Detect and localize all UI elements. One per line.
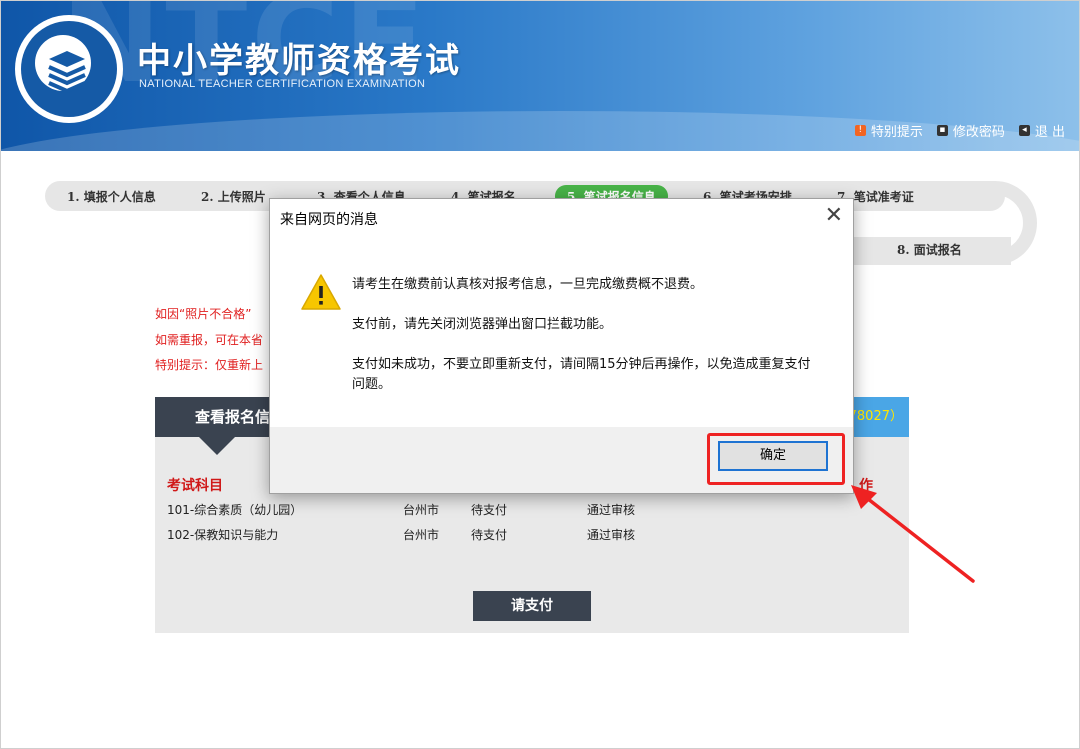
row2-review-status: 通过审核 xyxy=(587,528,636,542)
row2-pay-status: 待支付 xyxy=(471,528,508,542)
highlight-box xyxy=(707,433,845,485)
logout-icon: ◂ xyxy=(1018,125,1030,136)
row1-pay-status: 待支付 xyxy=(471,503,508,517)
book-stack-icon xyxy=(48,51,86,93)
row2-city: 台州市 xyxy=(403,528,440,542)
site-title: 中小学教师资格考试 xyxy=(137,41,461,81)
subject-column-header: 考试科目 xyxy=(167,478,223,494)
browser-page: NTCE 中小学教师资格考试 NATIONAL TEACHER CERTIFIC… xyxy=(0,0,1080,749)
note-special: 特别提示：仅重新上 xyxy=(155,358,264,372)
logout-link[interactable]: ◂ 退 出 xyxy=(1018,121,1065,140)
row1-subject: 101-综合素质（幼儿园） xyxy=(167,503,303,517)
dialog-message-2: 支付前，请先关闭浏览器弹出窗口拦截功能。 xyxy=(352,317,613,332)
row1-review-status: 通过审核 xyxy=(587,503,636,517)
dialog-message-1: 请考生在缴费前认真核对报考信息，一旦完成缴费概不退费。 xyxy=(352,277,704,292)
site-subtitle: NATIONAL TEACHER CERTIFICATION EXAMINATI… xyxy=(139,78,426,90)
annotation-arrow-icon xyxy=(851,485,975,583)
row1-city: 台州市 xyxy=(403,503,440,517)
note-reapply: 如需重报，可在本省 xyxy=(155,333,264,347)
dialog-message-3: 支付如未成功，不要立即重新支付，请间隔15分钟后再操作，以免造成重复支付问题。 xyxy=(352,357,811,392)
top-links: ! 特别提示 ▪ 修改密码 ◂ 退 出 xyxy=(854,121,1065,140)
pay-button[interactable]: 请支付 xyxy=(473,591,591,621)
notice-icon: ! xyxy=(854,125,866,136)
tab-pointer xyxy=(199,437,235,455)
step-2[interactable]: 2. 上传照片 xyxy=(201,188,266,205)
note-photo: 如因“照片不合格” xyxy=(155,307,252,321)
warning-icon xyxy=(301,274,341,310)
close-icon[interactable]: ✕ xyxy=(825,205,843,227)
dialog-title: 来自网页的消息 xyxy=(280,212,378,228)
change-password-link[interactable]: ▪ 修改密码 xyxy=(936,121,1005,140)
step-1[interactable]: 1. 填报个人信息 xyxy=(67,188,156,205)
notice-link[interactable]: ! 特别提示 xyxy=(854,121,923,140)
key-icon: ▪ xyxy=(936,125,948,136)
site-header: NTCE 中小学教师资格考试 NATIONAL TEACHER CERTIFIC… xyxy=(1,1,1079,151)
step-8[interactable]: 8. 面试报名 xyxy=(897,241,962,258)
site-logo xyxy=(15,15,123,123)
row2-subject: 102-保教知识与能力 xyxy=(167,528,279,542)
